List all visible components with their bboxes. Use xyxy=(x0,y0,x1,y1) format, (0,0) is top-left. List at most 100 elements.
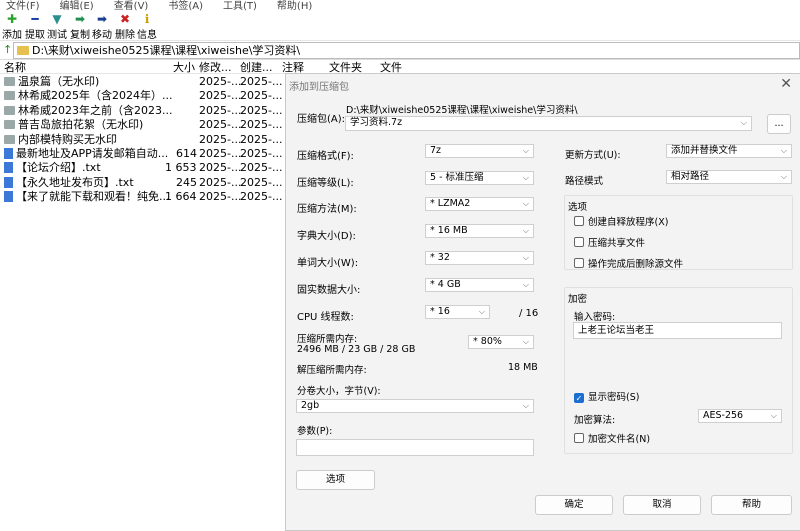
file-list: 温泉篇（无水印) 2025-... 2025-... 林希威2025年（含202… xyxy=(0,75,290,205)
delete-label: 删除 xyxy=(115,30,135,41)
list-item[interactable]: 【论坛介绍】.txt 1 653 2025-... 2025-... xyxy=(0,161,290,175)
enc-method-select[interactable]: AES-256 ⌵ xyxy=(698,409,782,423)
delete-after-checkbox[interactable]: 操作完成后删除源文件 xyxy=(574,258,683,271)
solid-select[interactable]: * 4 GB ⌵ xyxy=(425,278,534,292)
list-item[interactable]: 林希威2025年（含2024年）... 2025-... 2025-... xyxy=(0,89,290,103)
options-group: 选项 创建自释放程序(X) 压缩共享文件 操作完成后删除源文件 xyxy=(564,195,793,270)
dict-select[interactable]: * 16 MB ⌵ xyxy=(425,224,534,238)
checkbox-unchecked-icon xyxy=(574,433,584,443)
add-button[interactable]: ✚ 添加 xyxy=(1,13,23,42)
ok-button[interactable]: 确定 xyxy=(535,495,613,515)
folder-icon xyxy=(4,134,15,144)
list-item[interactable]: 【来了就能下载和观看！纯免... 1 664 2025-... 2025-... xyxy=(0,190,290,204)
menu-bookmarks[interactable]: 书签(A) xyxy=(168,0,203,13)
update-select[interactable]: 添加并替换文件 ⌵ xyxy=(666,144,792,158)
cancel-button[interactable]: 取消 xyxy=(623,495,701,515)
address-bar: ↑ D:\来财\xiweishe0525课程\课程\xiweishe\学习资料\ xyxy=(0,41,800,60)
column-size[interactable]: 大小 xyxy=(173,61,195,74)
word-select[interactable]: * 32 ⌵ xyxy=(425,251,534,265)
delete-button[interactable]: ✖ 删除 xyxy=(114,12,136,42)
browse-button[interactable]: ... xyxy=(767,114,791,134)
add-to-archive-dialog: 添加到压缩包 ✕ 压缩包(A): D:\来财\xiweishe0525课程\课程… xyxy=(285,73,800,531)
file-size: 614 xyxy=(176,146,197,160)
mem-comp-label: 压缩所需内存: xyxy=(297,334,358,345)
format-select[interactable]: 7z ⌵ xyxy=(425,144,534,158)
file-size: 1 664 xyxy=(165,190,197,204)
file-created: 2025-... xyxy=(240,75,283,88)
move-button[interactable]: ➡ 移动 xyxy=(91,13,113,42)
help-button[interactable]: 帮助 xyxy=(711,495,792,515)
format-label: 压缩格式(F): xyxy=(297,151,354,162)
toolbar: ✚ 添加 ━ 提取 ▼ 测试 ➡ 复制 ➡ 移动 ✖ 删除 ℹ 信息 xyxy=(0,13,800,41)
file-size: 1 653 xyxy=(165,161,197,175)
compress-shared-checkbox[interactable]: 压缩共享文件 xyxy=(574,237,645,250)
compress-shared-label: 压缩共享文件 xyxy=(588,238,646,249)
close-icon[interactable]: ✕ xyxy=(780,76,792,92)
address-path: D:\来财\xiweishe0525课程\课程\xiweishe\学习资料\ xyxy=(32,44,301,57)
checkbox-unchecked-icon xyxy=(574,216,584,226)
path-select[interactable]: 相对路径 ⌵ xyxy=(666,170,792,184)
params-input[interactable] xyxy=(296,439,534,456)
path-value: 相对路径 xyxy=(671,171,710,182)
list-item[interactable]: 最新地址及APP请发邮箱自动... 614 2025-... 2025-... xyxy=(0,147,290,161)
file-created: 2025-... xyxy=(240,175,283,189)
file-created: 2025-... xyxy=(240,190,283,204)
info-button[interactable]: ℹ 信息 xyxy=(136,13,158,42)
encryption-group-title: 加密 xyxy=(568,294,588,305)
file-icon xyxy=(4,147,13,159)
mem-percent-select[interactable]: * 80% ⌵ xyxy=(468,335,534,349)
password-input[interactable]: 上老王论坛当老王 xyxy=(573,322,782,339)
column-modified[interactable]: 修改... xyxy=(199,61,232,74)
file-modified: 2025-... xyxy=(199,175,242,189)
dialog-title: 添加到压缩包 xyxy=(289,82,349,93)
test-button[interactable]: ▼ 测试 xyxy=(46,13,68,42)
mem-percent-value: * 80% xyxy=(473,336,502,347)
chevron-down-icon: ⌵ xyxy=(522,280,529,289)
list-item[interactable]: 内部模特购买无水印 2025-... 2025-... xyxy=(0,133,290,147)
file-created: 2025-... xyxy=(240,146,283,160)
level-value: 5 - 标准压缩 xyxy=(430,172,484,183)
archive-name-combo[interactable]: 学习资料.7z ⌵ xyxy=(345,116,752,131)
create-sfx-checkbox[interactable]: 创建自释放程序(X) xyxy=(574,216,668,229)
encrypt-names-checkbox[interactable]: 加密文件名(N) xyxy=(574,433,650,446)
list-item[interactable]: 温泉篇（无水印) 2025-... 2025-... xyxy=(0,75,290,89)
column-name[interactable]: 名称 xyxy=(4,61,26,74)
delete-icon: ✖ xyxy=(119,12,131,26)
path-label: 路径模式 xyxy=(565,176,604,187)
menu-tools[interactable]: 工具(T) xyxy=(223,0,257,13)
address-input[interactable]: D:\来财\xiweishe0525课程\课程\xiweishe\学习资料\ xyxy=(13,42,800,59)
mem-decomp-value: 18 MB xyxy=(508,362,538,373)
file-name: 【论坛介绍】.txt xyxy=(16,161,101,175)
cpu-select[interactable]: * 16 ⌵ xyxy=(425,305,490,319)
menu-help[interactable]: 帮助(H) xyxy=(277,0,312,13)
level-select[interactable]: 5 - 标准压缩 ⌵ xyxy=(425,171,534,185)
chevron-down-icon: ⌵ xyxy=(522,173,529,182)
copy-button[interactable]: ➡ 复制 xyxy=(69,13,91,42)
word-value: * 32 xyxy=(430,252,450,263)
method-select[interactable]: * LZMA2 ⌵ xyxy=(425,197,534,211)
extract-label: 提取 xyxy=(25,30,45,41)
options-button[interactable]: 选项 xyxy=(296,470,375,490)
up-arrow-icon[interactable]: ↑ xyxy=(3,43,12,56)
list-item[interactable]: 【永久地址发布页】.txt 245 2025-... 2025-... xyxy=(0,176,290,190)
menu-view[interactable]: 查看(V) xyxy=(114,0,149,13)
solid-value: * 4 GB xyxy=(430,279,461,290)
show-password-label: 显示密码(S) xyxy=(588,392,640,403)
options-group-title: 选项 xyxy=(568,202,588,213)
checkbox-unchecked-icon xyxy=(574,237,584,247)
split-combo[interactable]: 2gb ⌵ xyxy=(296,399,534,413)
file-modified: 2025-... xyxy=(199,118,242,132)
list-item[interactable]: 林希威2023年之前（含2023... 2025-... 2025-... xyxy=(0,104,290,118)
extract-icon: ━ xyxy=(31,12,39,26)
word-label: 单词大小(W): xyxy=(297,258,359,269)
show-password-checkbox[interactable]: ✓ 显示密码(S) xyxy=(574,392,639,404)
extract-button[interactable]: ━ 提取 xyxy=(24,12,46,42)
list-item[interactable]: 普吉岛旅拍花絮（无水印) 2025-... 2025-... xyxy=(0,118,290,132)
file-icon xyxy=(4,176,13,188)
checkbox-unchecked-icon xyxy=(574,258,584,268)
delete-after-label: 操作完成后删除源文件 xyxy=(588,259,684,270)
enc-method-value: AES-256 xyxy=(703,410,744,421)
chevron-down-icon: ⌵ xyxy=(522,401,529,410)
file-created: 2025-... xyxy=(240,118,283,132)
column-created[interactable]: 创建... xyxy=(240,61,273,74)
